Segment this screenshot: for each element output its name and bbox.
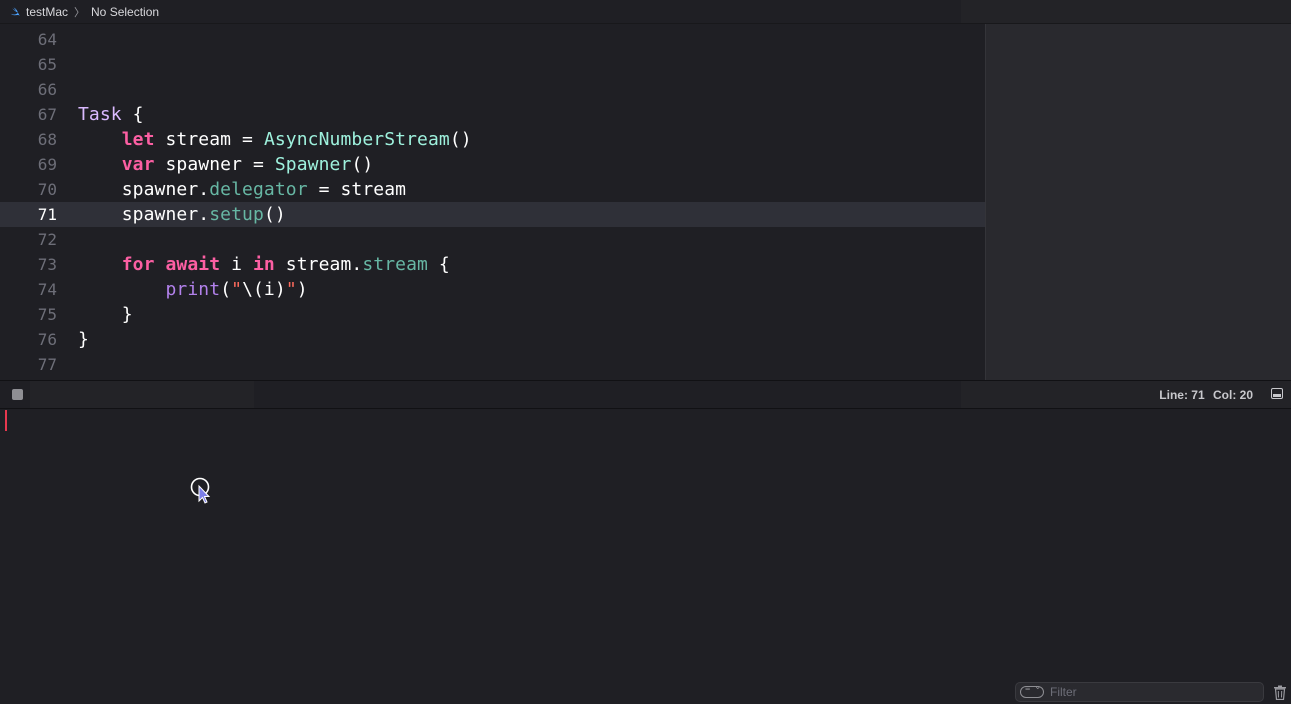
code-token: var (121, 154, 155, 175)
line-number[interactable]: 74 (0, 280, 57, 299)
code-text: var spawner = Spawner() (78, 154, 373, 175)
line-number[interactable]: 70 (0, 180, 57, 199)
code-token: spawner. (78, 204, 210, 225)
code-token: i (220, 254, 253, 275)
line-number[interactable]: 68 (0, 130, 57, 149)
code-line[interactable]: 68 let stream = AsyncNumberStream() (0, 127, 985, 152)
line-number[interactable]: 66 (0, 80, 57, 99)
code-token: stream (362, 254, 428, 275)
code-token: Spawner (274, 154, 352, 175)
console-area[interactable] (0, 409, 1291, 704)
code-line[interactable]: 64 (0, 27, 985, 52)
code-token: { (428, 254, 450, 275)
code-token: stream = (154, 129, 264, 150)
code-token: spawner. (78, 179, 210, 200)
minimap[interactable] (985, 24, 1291, 380)
breadcrumb: testMac 〉 No Selection (0, 0, 159, 24)
code-token: () (351, 154, 374, 175)
stop-icon[interactable] (12, 389, 23, 400)
code-line[interactable]: 77 (0, 352, 985, 377)
line-number[interactable]: 65 (0, 55, 57, 74)
code-text: Task { (78, 104, 144, 125)
jump-bar-right-area (961, 0, 1291, 23)
cursor-position: Line: 71 Col: 20 (1154, 388, 1253, 402)
code-text: let stream = AsyncNumberStream() (78, 129, 472, 150)
code-token: " (231, 279, 243, 300)
jump-bar: testMac 〉 No Selection (0, 0, 1291, 24)
code-line[interactable]: 73 for await i in stream.stream { (0, 252, 985, 277)
code-token: in (253, 254, 275, 275)
hide-debug-area-icon[interactable] (1271, 388, 1283, 399)
line-number[interactable]: 71 (0, 205, 57, 224)
code-line[interactable]: 69 var spawner = Spawner() (0, 152, 985, 177)
code-token: await (165, 254, 221, 275)
column-indicator: Col: 20 (1212, 388, 1253, 402)
line-number[interactable]: 69 (0, 155, 57, 174)
line-number[interactable]: 73 (0, 255, 57, 274)
line-number[interactable]: 72 (0, 230, 57, 249)
code-line[interactable]: 74 print("\(i)") (0, 277, 985, 302)
code-token: ) (296, 279, 308, 300)
code-text: print("\(i)") (78, 279, 308, 300)
swift-icon (10, 7, 20, 16)
code-token: = stream (307, 179, 407, 200)
line-indicator: Line: 71 (1159, 388, 1205, 402)
source-editor[interactable]: 64 65 66 67 Task {68 let stream = AsyncNumbe… (0, 24, 985, 380)
breadcrumb-separator: 〉 (74, 6, 86, 19)
code-line[interactable]: 76} (0, 327, 985, 352)
filter-options-icon[interactable] (1020, 681, 1044, 698)
code-line[interactable]: 66 (0, 77, 985, 102)
console-filter[interactable] (1015, 681, 1264, 702)
code-token: for (121, 254, 155, 275)
code-token: setup (209, 204, 264, 225)
line-number[interactable]: 75 (0, 305, 57, 324)
line-number[interactable]: 76 (0, 330, 57, 349)
code-token: } (78, 304, 133, 325)
mouse-pointer-icon (190, 477, 211, 504)
code-text: for await i in stream.stream { (78, 254, 450, 275)
code-text: } (78, 329, 89, 350)
code-line[interactable]: 67 Task { (0, 102, 985, 127)
code-token: ( (220, 279, 232, 300)
code-token: stream. (274, 254, 363, 275)
breadcrumb-selection[interactable]: No Selection (91, 5, 159, 19)
code-text: } (78, 304, 133, 325)
code-line[interactable]: 65 (0, 52, 985, 77)
text-caret (5, 410, 7, 431)
line-number[interactable]: 67 (0, 105, 57, 124)
code-token: let (121, 129, 155, 150)
code-token: spawner = (154, 154, 275, 175)
code-token: Task (78, 104, 122, 125)
code-token: print (165, 279, 221, 300)
code-text: spawner.setup() (78, 204, 286, 225)
debug-bar: Line: 71 Col: 20 (0, 380, 1291, 409)
code-token: AsyncNumberStream (263, 129, 450, 150)
debug-controls-area (30, 381, 254, 408)
code-token: } (78, 329, 89, 350)
xcode-window: testMac 〉 No Selection 64 65 66 67 Task {68 … (0, 0, 1291, 704)
code-line[interactable]: 71 spawner.setup() (0, 202, 985, 227)
code-token: " (285, 279, 297, 300)
code-line[interactable]: 75 } (0, 302, 985, 327)
code-line[interactable]: 72 (0, 227, 985, 252)
code-token: { (121, 104, 144, 125)
line-number[interactable]: 77 (0, 355, 57, 374)
code-line[interactable]: 70 spawner.delegator = stream (0, 177, 985, 202)
code-text: spawner.delegator = stream (78, 179, 406, 200)
code-token: () (449, 129, 472, 150)
line-number[interactable]: 64 (0, 30, 57, 49)
filter-input[interactable] (1048, 684, 1252, 700)
code-token: () (263, 204, 286, 225)
breadcrumb-project[interactable]: testMac (26, 5, 68, 19)
trash-icon[interactable] (1273, 685, 1287, 700)
code-token: \(i) (242, 279, 286, 300)
code-token: delegator (209, 179, 308, 200)
